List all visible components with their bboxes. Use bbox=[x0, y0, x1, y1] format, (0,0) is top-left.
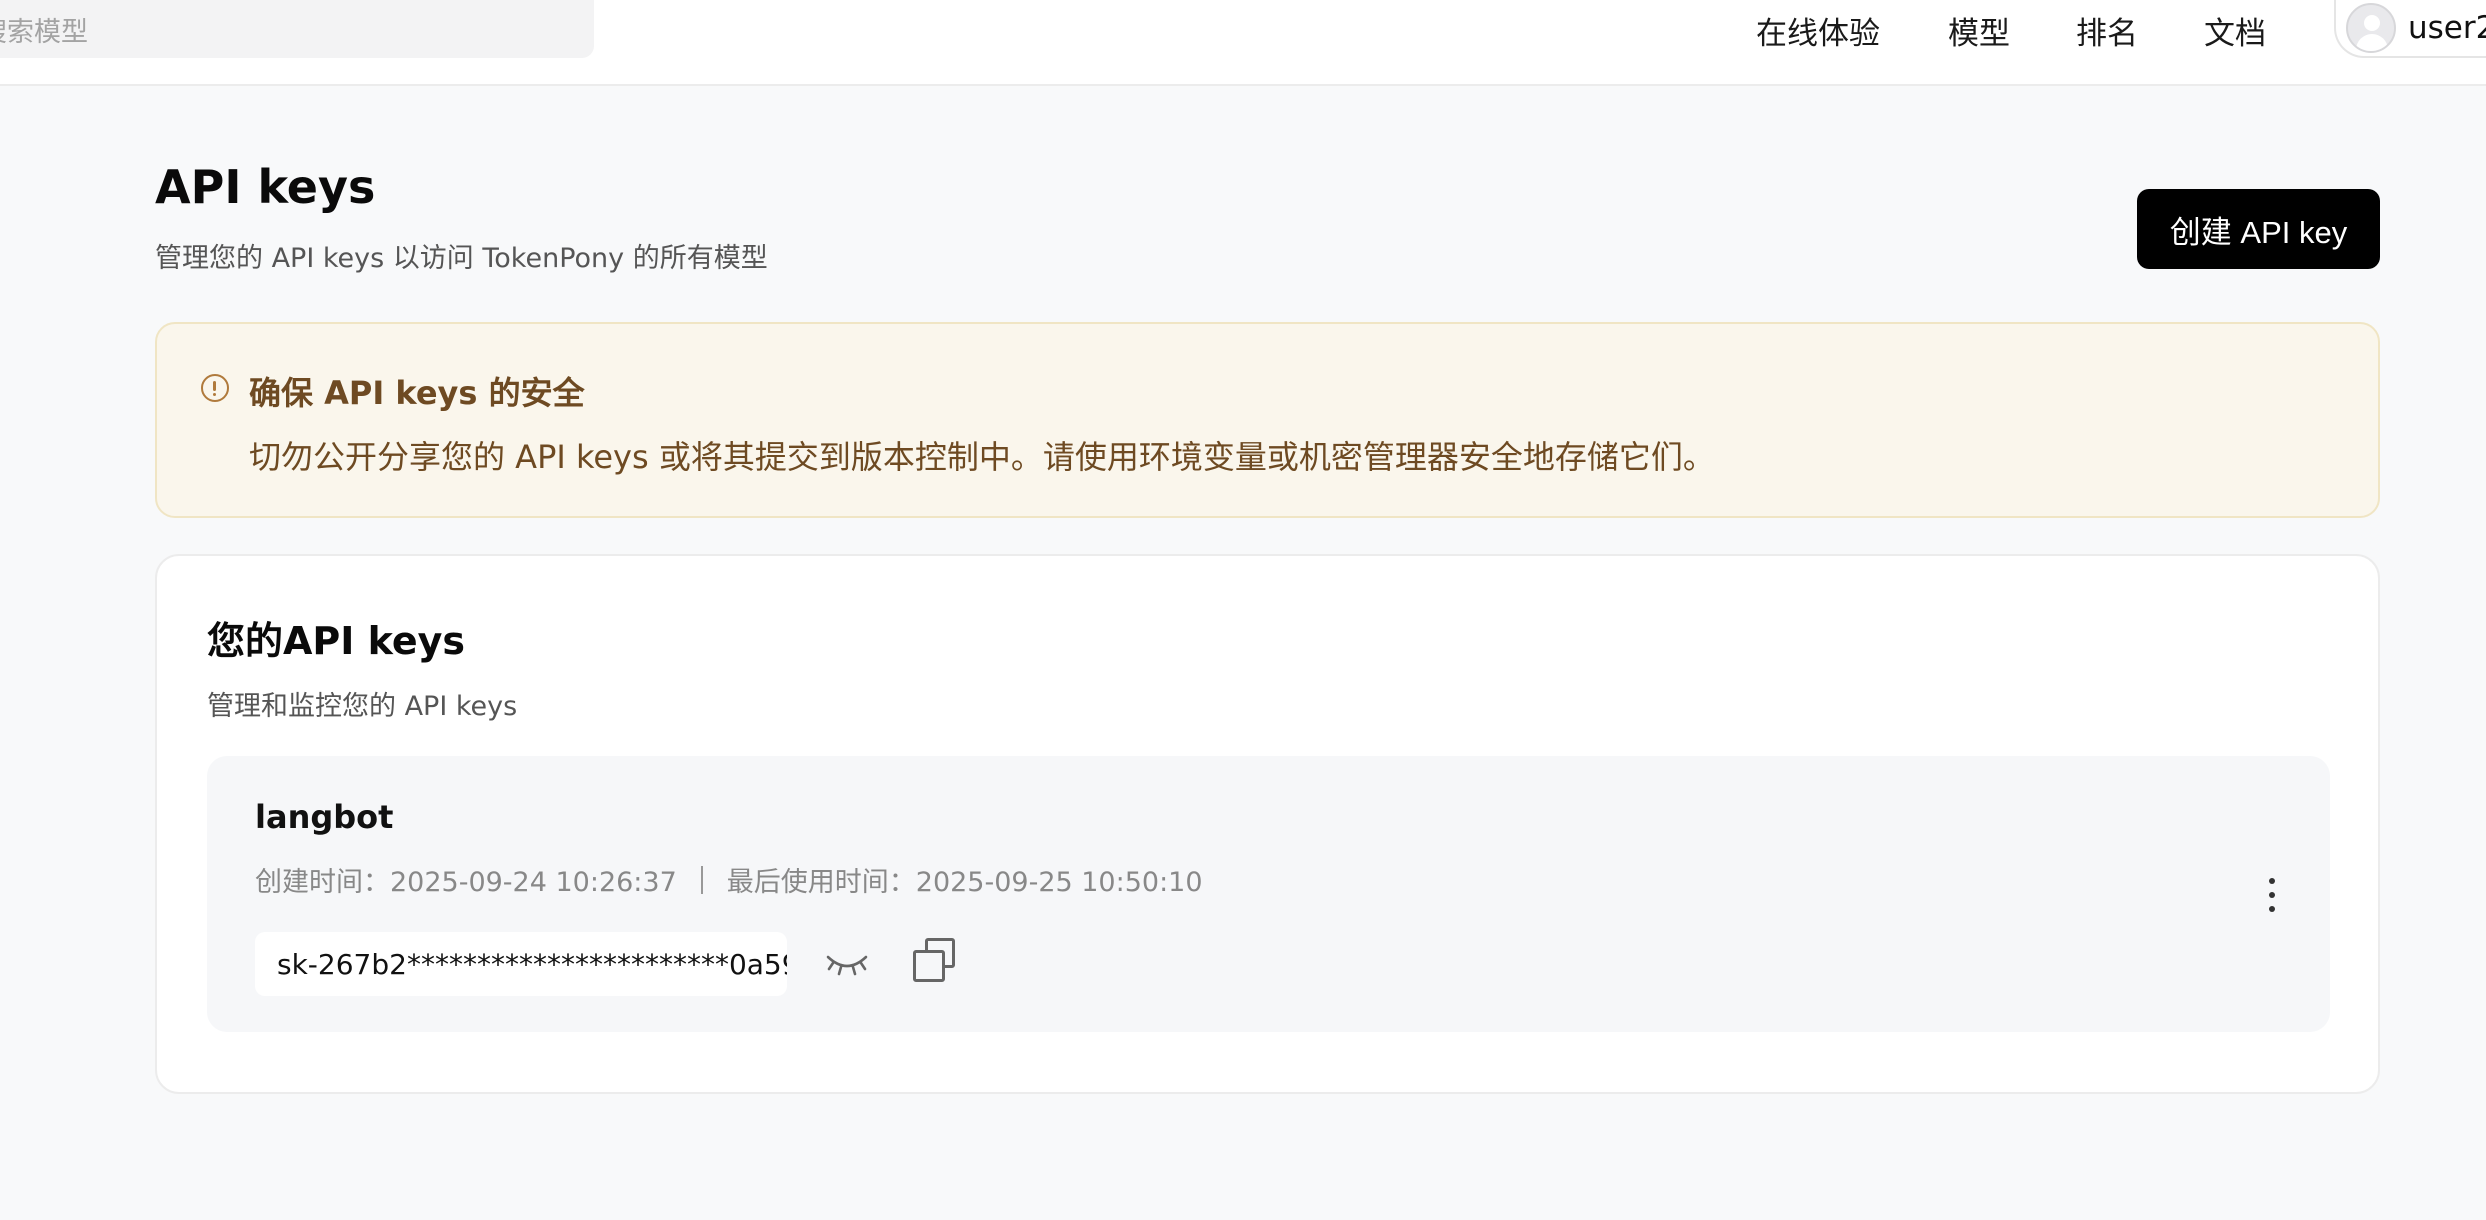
more-vertical-icon[interactable] bbox=[2257, 872, 2287, 920]
card-subtitle: 管理和监控您的 API keys bbox=[207, 691, 518, 722]
api-keys-card: 您的API keys 管理和监控您的 API keys langbot 创建时间… bbox=[155, 554, 2380, 1094]
top-navbar: 搜索模型 在线体验 模型 排名 文档 user2. bbox=[0, 0, 2486, 86]
alert-circle-icon bbox=[201, 374, 229, 402]
nav-online-trial[interactable]: 在线体验 bbox=[1756, 8, 1880, 53]
search-placeholder: 搜索模型 bbox=[0, 16, 88, 48]
key-meta: 创建时间：2025-09-24 10:26:37 最后使用时间：2025-09-… bbox=[255, 860, 1203, 899]
nav-rankings[interactable]: 排名 bbox=[2076, 8, 2138, 53]
meta-divider bbox=[700, 865, 703, 894]
nav-docs[interactable]: 文档 bbox=[2204, 8, 2266, 53]
search-input[interactable]: 搜索模型 bbox=[0, 0, 594, 58]
key-last-used-time: 最后使用时间：2025-09-25 10:50:10 bbox=[726, 867, 1203, 898]
key-created-time: 创建时间：2025-09-24 10:26:37 bbox=[255, 867, 677, 898]
warning-text: 切勿公开分享您的 API keys 或将其提交到版本控制中。请使用环境变量或机密… bbox=[249, 438, 1715, 476]
user-name: user2. bbox=[2408, 10, 2486, 46]
nav-models[interactable]: 模型 bbox=[1948, 8, 2010, 53]
copy-icon[interactable] bbox=[911, 938, 959, 988]
security-warning-banner: 确保 API keys 的安全 切勿公开分享您的 API keys 或将其提交到… bbox=[155, 322, 2380, 518]
api-key-item: langbot 创建时间：2025-09-24 10:26:37 最后使用时间：… bbox=[207, 756, 2330, 1032]
eye-closed-icon[interactable] bbox=[823, 942, 871, 986]
masked-key-field[interactable]: sk-267b2***********************0a59 bbox=[255, 932, 787, 996]
key-name: langbot bbox=[255, 798, 394, 836]
page-title: API keys bbox=[155, 160, 376, 214]
warning-title: 确保 API keys 的安全 bbox=[249, 374, 585, 412]
page-subtitle: 管理您的 API keys 以访问 TokenPony 的所有模型 bbox=[155, 243, 768, 274]
user-menu[interactable]: user2. bbox=[2334, 0, 2486, 58]
card-title: 您的API keys bbox=[207, 619, 466, 663]
avatar bbox=[2346, 3, 2396, 53]
create-api-key-button[interactable]: 创建 API key bbox=[2137, 189, 2380, 269]
masked-key-value: sk-267b2***********************0a59 bbox=[277, 947, 787, 981]
